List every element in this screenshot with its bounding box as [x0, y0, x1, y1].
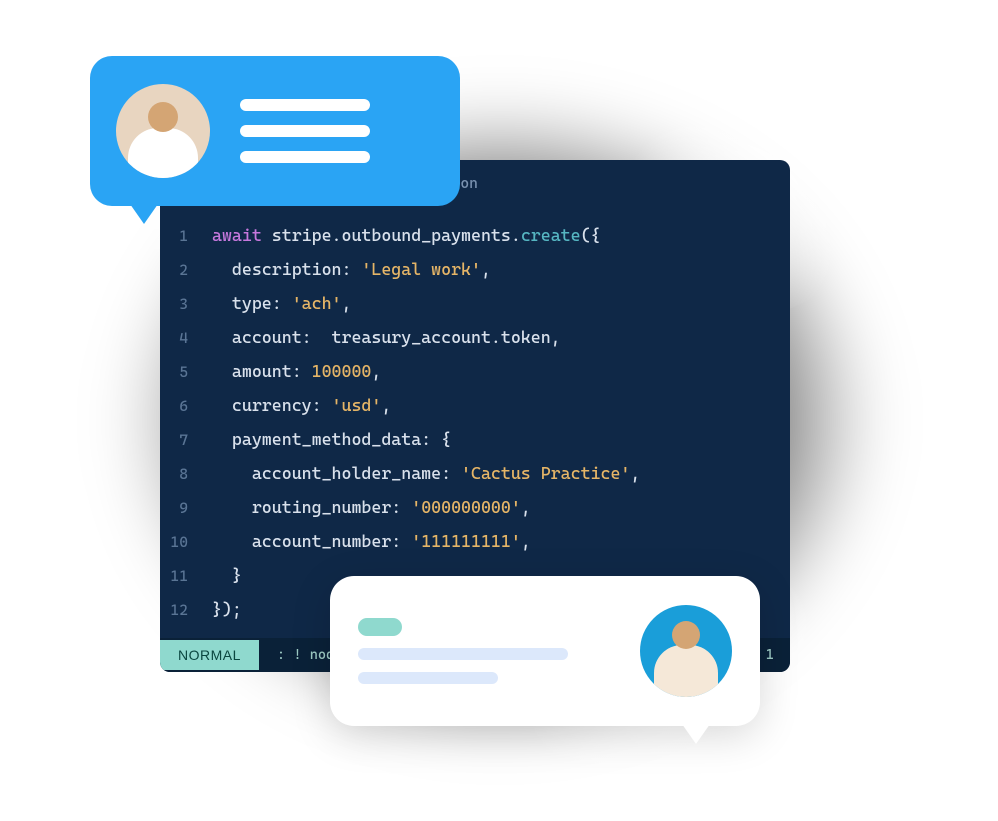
code-line[interactable]: 2 description: 'Legal work', — [160, 252, 790, 286]
code-content: account_number: '111111111', — [212, 524, 531, 558]
vim-mode-indicator: NORMAL — [160, 640, 259, 670]
line-number: 8 — [160, 459, 212, 489]
chat-bubble-incoming — [330, 576, 760, 726]
code-line[interactable]: 6 currency: 'usd', — [160, 388, 790, 422]
code-line[interactable]: 5 amount: 100000, — [160, 354, 790, 388]
code-line[interactable]: 8 account_holder_name: 'Cactus Practice'… — [160, 456, 790, 490]
line-number: 7 — [160, 425, 212, 455]
chat-bubble-outgoing — [90, 56, 460, 206]
code-content: } — [212, 558, 242, 592]
code-content: account_holder_name: 'Cactus Practice', — [212, 456, 640, 490]
line-number: 9 — [160, 493, 212, 523]
line-number: 5 — [160, 357, 212, 387]
code-body[interactable]: 1await stripe.outbound_payments.create({… — [160, 200, 790, 638]
line-number: 11 — [160, 561, 212, 591]
code-line[interactable]: 3 type: 'ach', — [160, 286, 790, 320]
avatar — [640, 605, 732, 697]
status-pill — [358, 618, 402, 636]
code-line[interactable]: 9 routing_number: '000000000', — [160, 490, 790, 524]
line-number: 4 — [160, 323, 212, 353]
code-content: }); — [212, 592, 242, 626]
code-content: amount: 100000, — [212, 354, 381, 388]
code-content: routing_number: '000000000', — [212, 490, 531, 524]
code-content: type: 'ach', — [212, 286, 351, 320]
line-number: 10 — [160, 527, 212, 557]
code-content: description: 'Legal work', — [212, 252, 491, 286]
line-number: 12 — [160, 595, 212, 625]
code-line[interactable]: 4 account: treasury_account.token, — [160, 320, 790, 354]
code-content: await stripe.outbound_payments.create({ — [212, 218, 601, 252]
code-content: account: treasury_account.token, — [212, 320, 561, 354]
avatar — [116, 84, 210, 178]
line-number: 6 — [160, 391, 212, 421]
message-placeholder-lines — [358, 618, 616, 684]
line-number: 2 — [160, 255, 212, 285]
code-content: currency: 'usd', — [212, 388, 391, 422]
line-number: 1 — [160, 221, 212, 251]
line-number: 3 — [160, 289, 212, 319]
code-line[interactable]: 7 payment_method_data: { — [160, 422, 790, 456]
message-placeholder-lines — [240, 99, 434, 163]
code-content: payment_method_data: { — [212, 422, 451, 456]
code-line[interactable]: 1await stripe.outbound_payments.create({ — [160, 218, 790, 252]
code-line[interactable]: 10 account_number: '111111111', — [160, 524, 790, 558]
